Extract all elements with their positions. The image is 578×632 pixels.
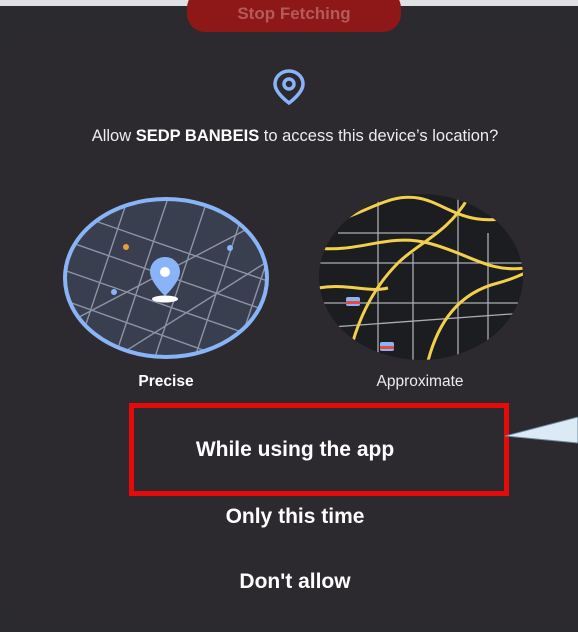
approximate-location-option[interactable] xyxy=(318,193,525,361)
precise-label: Precise xyxy=(138,373,194,390)
location-pin-icon xyxy=(273,69,305,105)
callout-pointer xyxy=(505,416,578,444)
precise-location-option[interactable] xyxy=(62,196,270,360)
approximate-label: Approximate xyxy=(376,373,464,390)
app-name: SEDP BANBEIS xyxy=(135,127,260,145)
dialog-title: Allow SEDP BANBEIS to access this device… xyxy=(91,127,499,145)
highlight-box xyxy=(129,403,509,496)
stop-fetching-button: Stop Fetching xyxy=(187,0,401,32)
only-this-time-button[interactable]: Only this time xyxy=(60,505,530,529)
dont-allow-button[interactable]: Don't allow xyxy=(60,570,530,594)
